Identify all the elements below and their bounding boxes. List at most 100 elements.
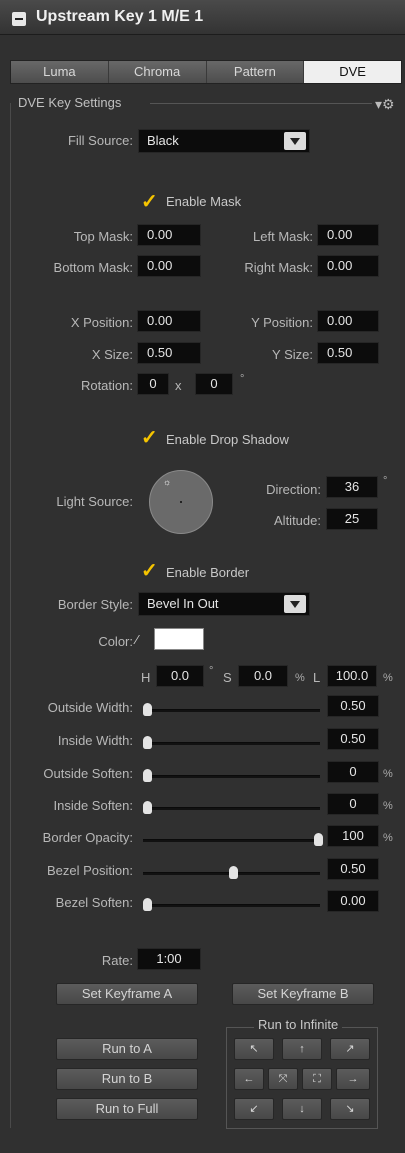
slider-track[interactable] <box>143 709 320 712</box>
outside-soften-unit: % <box>383 768 393 780</box>
run-to-infinite-title: Run to Infinite <box>254 1017 343 1032</box>
arrow-right-icon[interactable]: → <box>336 1068 370 1090</box>
x-position-field[interactable]: 0.00 <box>137 310 201 332</box>
slider-thumb[interactable] <box>143 769 152 782</box>
y-position-field[interactable]: 0.00 <box>317 310 379 332</box>
chevron-down-icon[interactable] <box>284 595 306 613</box>
slider-track[interactable] <box>143 839 320 842</box>
panel-title: Upstream Key 1 M/E 1 <box>36 8 204 25</box>
enable-border-checkbox[interactable]: ✓ <box>141 558 158 583</box>
rate-field[interactable]: 1:00 <box>137 948 201 970</box>
x-size-label: X Size: <box>91 347 133 362</box>
dial-center-dot <box>180 501 182 503</box>
y-size-label: Y Size: <box>272 347 313 362</box>
slider-track[interactable] <box>143 807 320 810</box>
enable-border-label: Enable Border <box>166 565 250 580</box>
slider-track[interactable] <box>143 742 320 745</box>
top-mask-field[interactable]: 0.00 <box>137 224 201 246</box>
light-source-label: Light Source: <box>56 494 133 509</box>
arrow-down-left-icon[interactable]: ↙ <box>234 1098 274 1120</box>
bottom-mask-label: Bottom Mask: <box>53 260 133 275</box>
gear-icon[interactable]: ▾⚙ <box>375 96 395 113</box>
rate-label: Rate: <box>101 953 133 968</box>
slider-thumb[interactable] <box>314 833 323 846</box>
bezel-position-field[interactable]: 0.50 <box>327 858 379 880</box>
border-style-label: Border Style: <box>57 597 133 612</box>
slider-label: Outside Width: <box>47 700 133 715</box>
enable-drop-shadow-checkbox[interactable]: ✓ <box>141 425 158 450</box>
panel-border <box>10 103 11 1128</box>
saturation-unit: % <box>295 672 305 684</box>
right-mask-field[interactable]: 0.00 <box>317 255 379 277</box>
enable-mask-checkbox[interactable]: ✓ <box>141 189 158 214</box>
slider-thumb[interactable] <box>143 801 152 814</box>
slider-thumb[interactable] <box>143 736 152 749</box>
slider-track[interactable] <box>143 904 320 907</box>
arrow-down-icon[interactable]: ↓ <box>282 1098 322 1120</box>
slider-thumb[interactable] <box>143 703 152 716</box>
arrow-up-icon[interactable]: ↑ <box>282 1038 322 1060</box>
bezel-soften-field[interactable]: 0.00 <box>327 890 379 912</box>
border-style-value: Bevel In Out <box>147 596 219 611</box>
tab-dve[interactable]: DVE <box>304 61 401 83</box>
run-to-full-button[interactable]: Run to Full <box>56 1098 198 1120</box>
x-size-field[interactable]: 0.50 <box>137 342 201 364</box>
slider-thumb[interactable] <box>228 866 238 879</box>
saturation-field[interactable]: 0.0 <box>238 665 288 687</box>
left-mask-label: Left Mask: <box>253 229 313 244</box>
altitude-field[interactable]: 25 <box>326 508 378 530</box>
luminance-field[interactable]: 100.0 <box>327 665 377 687</box>
inside-soften-field[interactable]: 0 <box>327 793 379 815</box>
slider-label: Outside Soften: <box>43 766 133 781</box>
section-title: DVE Key Settings <box>18 95 122 110</box>
key-type-tabs: Luma Chroma Pattern DVE <box>10 60 402 84</box>
eyedropper-icon[interactable]: ⁄ <box>136 632 138 647</box>
center-in-icon[interactable]: ⤧ <box>268 1068 298 1090</box>
run-to-a-button[interactable]: Run to A <box>56 1038 198 1060</box>
bottom-mask-field[interactable]: 0.00 <box>137 255 201 277</box>
light-source-dial[interactable]: ☼ <box>149 470 213 534</box>
inside-width-field[interactable]: 0.50 <box>327 728 379 750</box>
fill-source-value: Black <box>147 133 179 148</box>
collapse-icon[interactable] <box>12 12 26 26</box>
border-opacity-field[interactable]: 100 <box>327 825 379 847</box>
set-keyframe-a-button[interactable]: Set Keyframe A <box>56 983 198 1005</box>
outside-soften-field[interactable]: 0 <box>327 761 379 783</box>
direction-field[interactable]: 36 <box>326 476 378 498</box>
rotation-unit: ° <box>240 373 245 385</box>
luminance-unit: % <box>383 672 393 684</box>
slider-thumb[interactable] <box>143 898 152 911</box>
border-color-swatch[interactable] <box>154 628 204 650</box>
chevron-down-icon[interactable] <box>284 132 306 150</box>
slider-track[interactable] <box>143 775 320 778</box>
top-mask-label: Top Mask: <box>73 229 133 244</box>
x-position-label: X Position: <box>70 315 133 330</box>
rotation-turns-field[interactable]: 0 <box>137 373 169 395</box>
inside-soften-unit: % <box>383 800 393 812</box>
hue-label: H <box>141 670 151 685</box>
direction-label: Direction: <box>266 482 321 497</box>
tab-luma[interactable]: Luma <box>11 61 109 83</box>
fit-frame-icon[interactable]: ⛶ <box>302 1068 332 1090</box>
tab-pattern[interactable]: Pattern <box>206 61 305 83</box>
tab-chroma[interactable]: Chroma <box>108 61 207 83</box>
y-size-field[interactable]: 0.50 <box>317 342 379 364</box>
hue-field[interactable]: 0.0 <box>156 665 204 687</box>
rotation-degrees-field[interactable]: 0 <box>195 373 233 395</box>
arrow-down-right-icon[interactable]: ↘ <box>330 1098 370 1120</box>
arrow-left-icon[interactable]: ← <box>234 1068 264 1090</box>
run-to-b-button[interactable]: Run to B <box>56 1068 198 1090</box>
border-opacity-unit: % <box>383 832 393 844</box>
arrow-up-right-icon[interactable]: ↗ <box>330 1038 370 1060</box>
light-source-sun-icon: ☼ <box>163 477 172 487</box>
set-keyframe-b-button[interactable]: Set Keyframe B <box>232 983 374 1005</box>
slider-label: Inside Soften: <box>53 798 134 813</box>
outside-width-field[interactable]: 0.50 <box>327 695 379 717</box>
rotation-label: Rotation: <box>80 378 133 393</box>
direction-unit: ° <box>383 475 388 487</box>
luminance-label: L <box>313 670 321 685</box>
saturation-label: S <box>223 670 232 685</box>
y-position-label: Y Position: <box>251 315 313 330</box>
left-mask-field[interactable]: 0.00 <box>317 224 379 246</box>
arrow-up-left-icon[interactable]: ↖ <box>234 1038 274 1060</box>
